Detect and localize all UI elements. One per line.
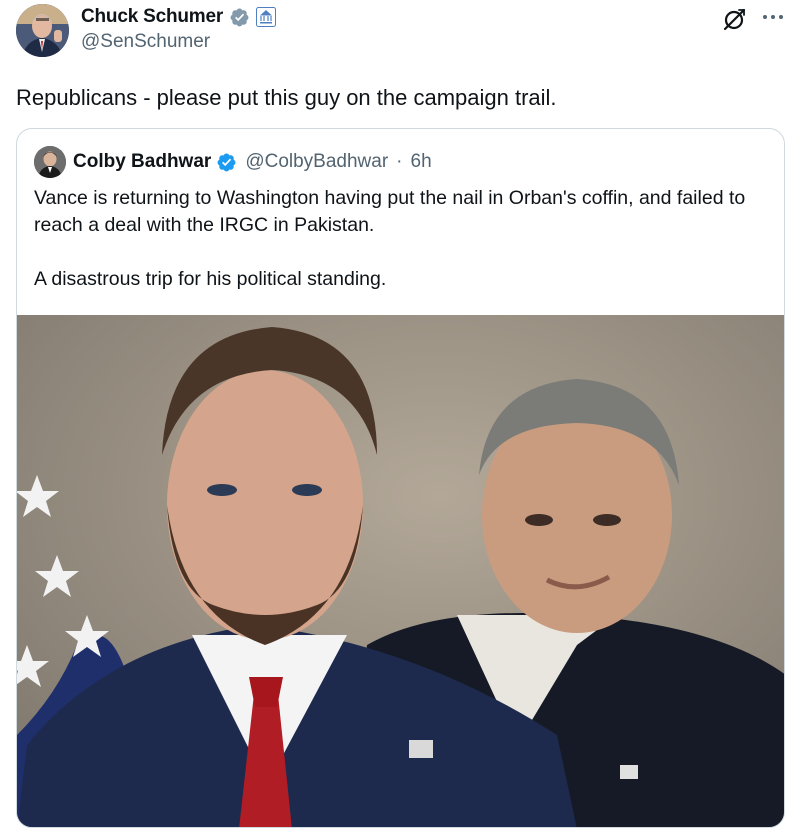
avatar-photo [16, 4, 69, 57]
quoted-tweet-card[interactable]: Colby Badhwar @ColbyBadhwar · 6h Vance i… [16, 128, 785, 828]
quoted-tweet-text: Vance is returning to Washington having … [34, 187, 746, 290]
verified-gray-badge-icon[interactable] [229, 7, 250, 28]
author-avatar[interactable] [16, 4, 69, 57]
quoted-author-avatar[interactable] [34, 146, 66, 178]
quoted-tweet-photo[interactable] [17, 315, 784, 827]
flag-pin [409, 740, 433, 758]
quoted-avatar-photo [34, 146, 66, 178]
time-separator: · [396, 151, 403, 172]
verified-blue-badge-icon[interactable] [216, 152, 237, 173]
us-senate-badge-icon[interactable] [256, 7, 277, 27]
lapel-pin [620, 765, 638, 779]
more-options-icon[interactable] [760, 9, 786, 25]
tweet-text: Republicans - please put this guy on the… [16, 85, 557, 110]
grok-icon[interactable] [722, 6, 748, 32]
author-display-name[interactable]: Chuck Schumer [81, 6, 223, 28]
quoted-author-handle[interactable]: @ColbyBadhwar [245, 151, 388, 173]
author-name-row: Chuck Schumer [81, 5, 277, 29]
author-handle[interactable]: @SenSchumer [81, 31, 210, 53]
quoted-author-row: Colby Badhwar @ColbyBadhwar · 6h [73, 149, 432, 175]
photo-illustration [17, 315, 784, 827]
quoted-author-display-name[interactable]: Colby Badhwar [73, 151, 211, 173]
quoted-tweet-time[interactable]: 6h [411, 151, 432, 173]
